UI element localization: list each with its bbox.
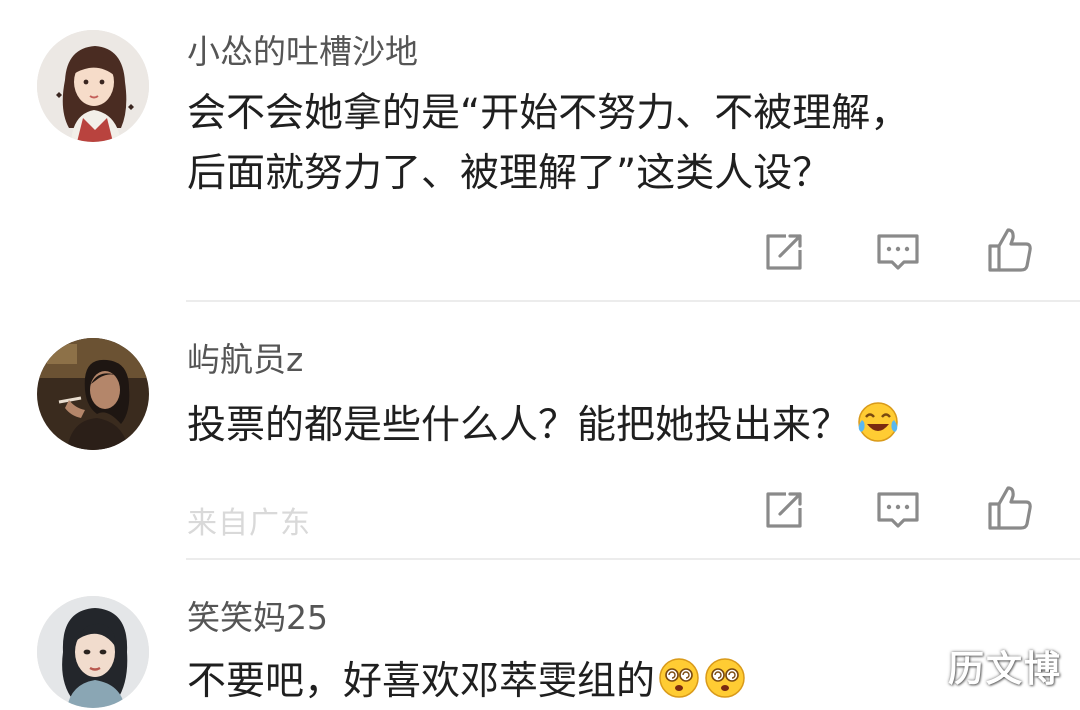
comment-text: 不要吧，好喜欢邓萃雯组的 xyxy=(187,654,1047,710)
username[interactable]: 笑笑妈25 xyxy=(187,598,328,638)
reply-button[interactable] xyxy=(874,486,922,534)
comment-meta: 来自广东 xyxy=(187,506,311,541)
avatar[interactable] xyxy=(37,30,149,142)
comment-text-line: 会不会她拿的是“开始不努力、不被理解， xyxy=(187,91,910,136)
comment-icon xyxy=(877,492,919,528)
username[interactable]: 小怂的吐槽沙地 xyxy=(187,32,418,72)
repost-button[interactable] xyxy=(760,228,808,276)
comment-text-line: 后面就努力了、被理解了”这类人设？ xyxy=(187,151,832,196)
comment-text: 投票的都是些什么人？能把她投出来？ xyxy=(187,398,1047,454)
comment-icon xyxy=(877,234,919,270)
reply-button[interactable] xyxy=(874,228,922,276)
dizzy-face-emoji xyxy=(703,656,747,700)
divider xyxy=(186,558,1080,560)
share-icon xyxy=(766,492,802,528)
avatar[interactable] xyxy=(37,338,149,450)
share-icon xyxy=(766,234,802,270)
avatar[interactable] xyxy=(37,596,149,708)
laugh-cry-emoji xyxy=(856,400,900,444)
comment-text-body: 投票的都是些什么人？能把她投出来？ xyxy=(187,403,851,448)
dizzy-face-emoji xyxy=(657,656,701,700)
repost-button[interactable] xyxy=(760,486,808,534)
comment-text-body: 不要吧，好喜欢邓萃雯组的 xyxy=(187,659,656,704)
watermark: 历文博 xyxy=(947,649,1062,690)
like-button[interactable] xyxy=(986,484,1034,532)
thumbs-up-icon xyxy=(988,228,1032,272)
username[interactable]: 屿航员z xyxy=(187,340,303,380)
like-button[interactable] xyxy=(986,226,1034,274)
thumbs-up-icon xyxy=(988,486,1032,530)
comment-text: 会不会她拿的是“开始不努力、不被理解， 后面就努力了、被理解了”这类人设？ xyxy=(187,86,1047,202)
divider xyxy=(186,300,1080,302)
